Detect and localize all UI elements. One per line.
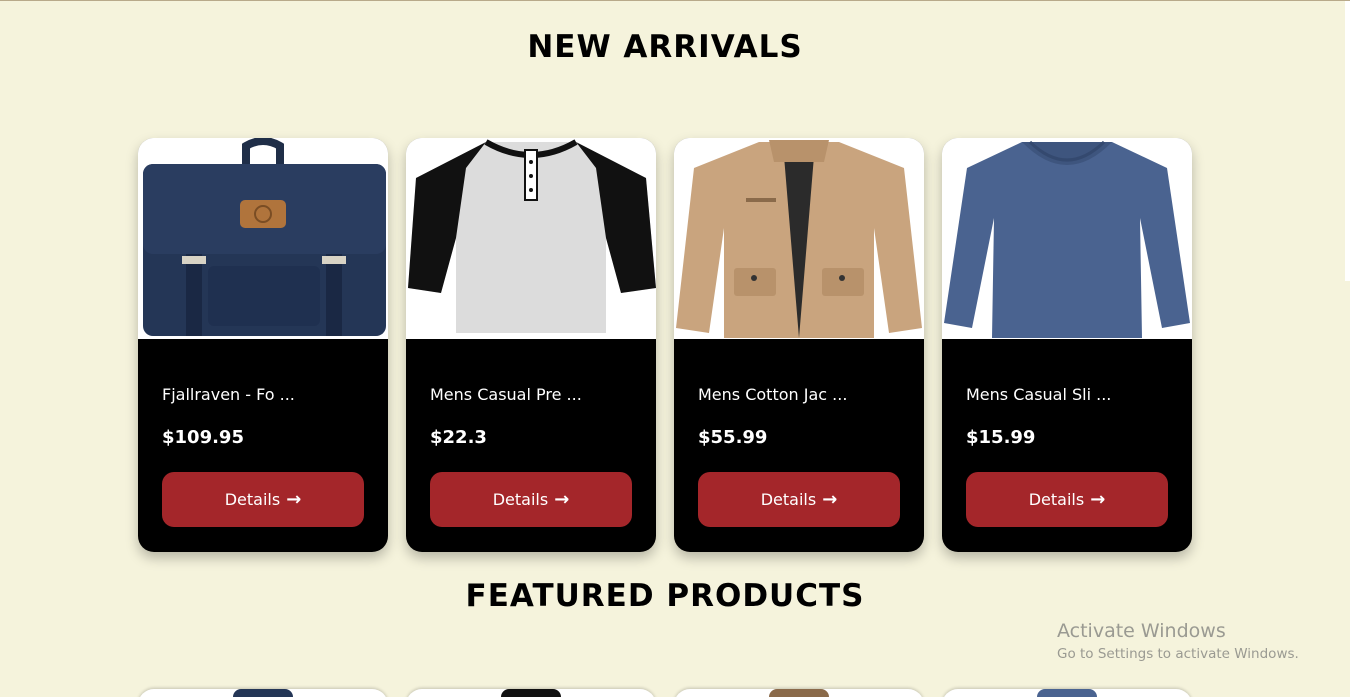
- details-button[interactable]: Details →: [430, 472, 632, 527]
- slim-longsleeve-image: [1037, 689, 1097, 697]
- windows-activation-watermark: Activate Windows Go to Settings to activ…: [1057, 620, 1299, 662]
- product-card: Mens Casual Sli ... $15.99 Details →: [942, 138, 1192, 552]
- arrow-right-icon: →: [822, 488, 838, 510]
- cotton-jacket-image: [769, 689, 829, 697]
- product-card: Mens Cotton Jac ... $55.99 Details →: [674, 138, 924, 552]
- product-price: $109.95: [162, 427, 244, 448]
- product-price: $22.3: [430, 427, 487, 448]
- product-card[interactable]: [138, 689, 388, 697]
- scrollbar[interactable]: [1345, 1, 1350, 281]
- details-button[interactable]: Details →: [966, 472, 1168, 527]
- henley-tshirt-image[interactable]: [406, 138, 656, 339]
- watermark-subtitle: Go to Settings to activate Windows.: [1057, 646, 1299, 662]
- product-card[interactable]: [674, 689, 924, 697]
- page: NEW ARRIVALS Fjallraven - Fo ... $109.95…: [0, 0, 1350, 697]
- product-card[interactable]: [406, 689, 656, 697]
- watermark-title: Activate Windows: [1057, 620, 1226, 642]
- backpack-image[interactable]: [138, 138, 388, 339]
- details-button-label: Details: [760, 490, 817, 509]
- henley-tshirt-image: [501, 689, 561, 697]
- details-button-label: Details: [492, 490, 549, 509]
- product-title: Mens Casual Pre ...: [430, 385, 582, 404]
- details-button-label: Details: [224, 490, 281, 509]
- product-card[interactable]: [942, 689, 1192, 697]
- new-arrivals-grid: Fjallraven - Fo ... $109.95 Details → Me…: [138, 138, 1192, 552]
- slim-longsleeve-image[interactable]: [942, 138, 1192, 339]
- arrow-right-icon: →: [1090, 488, 1106, 510]
- product-title: Mens Cotton Jac ...: [698, 385, 848, 404]
- featured-products-heading: FEATURED PRODUCTS: [465, 578, 865, 614]
- arrow-right-icon: →: [286, 488, 302, 510]
- product-price: $55.99: [698, 427, 768, 448]
- new-arrivals-heading: NEW ARRIVALS: [527, 29, 803, 65]
- details-button-label: Details: [1028, 490, 1085, 509]
- arrow-right-icon: →: [554, 488, 570, 510]
- product-title: Fjallraven - Fo ...: [162, 385, 295, 404]
- featured-products-grid: [138, 689, 1192, 697]
- product-price: $15.99: [966, 427, 1036, 448]
- product-card: Fjallraven - Fo ... $109.95 Details →: [138, 138, 388, 552]
- product-title: Mens Casual Sli ...: [966, 385, 1112, 404]
- backpack-image: [233, 689, 293, 697]
- product-card: Mens Casual Pre ... $22.3 Details →: [406, 138, 656, 552]
- cotton-jacket-image[interactable]: [674, 138, 924, 339]
- details-button[interactable]: Details →: [698, 472, 900, 527]
- details-button[interactable]: Details →: [162, 472, 364, 527]
